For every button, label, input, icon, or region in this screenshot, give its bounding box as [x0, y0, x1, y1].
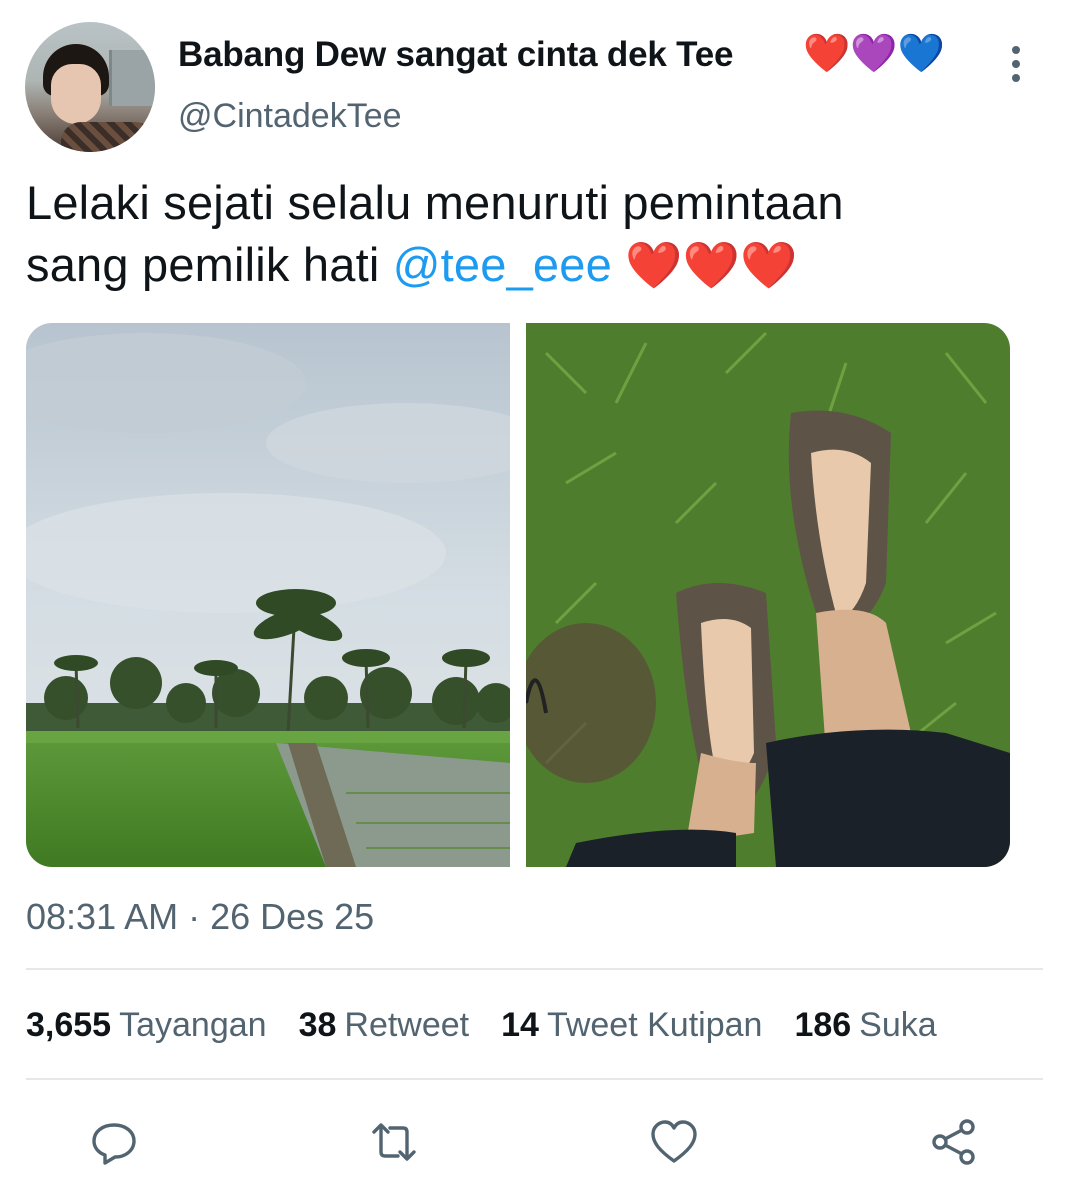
- stat-quotes[interactable]: 14 Tweet Kutipan: [501, 1006, 762, 1052]
- user-handle[interactable]: @CintadekTee: [178, 97, 402, 136]
- retweet-icon[interactable]: [368, 1116, 420, 1168]
- tweet-text-line-2-prefix: sang pemilik hati: [26, 238, 380, 291]
- photo-rice-field[interactable]: [26, 323, 510, 867]
- avatar-background: [109, 50, 155, 106]
- divider: [26, 968, 1043, 970]
- name-emoji: ❤️💜💙: [803, 33, 945, 75]
- tweet-stats: 3,655 Tayangan 38 Retweet 14 Tweet Kutipan …: [26, 1006, 969, 1052]
- stat-likes[interactable]: 186 Suka: [794, 1006, 936, 1052]
- tweet-text: Lelaki sejati selalu menuruti pemintaan …: [26, 172, 1036, 296]
- avatar-shirt: [61, 122, 155, 152]
- stat-quotes-label: Tweet Kutipan: [546, 1006, 763, 1044]
- stat-views-label: Tayangan: [119, 1006, 267, 1044]
- stat-likes-value: 186: [794, 1006, 852, 1044]
- tweet-timestamp[interactable]: 08:31 AM · 26 Des 25: [26, 896, 374, 938]
- stat-views-value: 3,655: [26, 1006, 112, 1044]
- display-name[interactable]: Babang Dew sangat cinta dek Tee: [178, 35, 733, 75]
- avatar-face: [51, 64, 101, 124]
- tweet-hearts: ❤️❤️❤️: [625, 239, 798, 291]
- stat-likes-label: Suka: [859, 1006, 937, 1044]
- media-grid: [26, 323, 1010, 867]
- tweet-text-line-2: sang pemilik hati @tee_eee ❤️❤️❤️: [26, 234, 1036, 296]
- tweet-header: Babang Dew sangat cinta dek Tee ❤️💜💙 @Ci…: [0, 0, 1069, 160]
- divider: [26, 1078, 1043, 1080]
- photo-muddy-feet[interactable]: [526, 323, 1010, 867]
- stat-views[interactable]: 3,655 Tayangan: [26, 1006, 267, 1052]
- stat-retweets-label: Retweet: [344, 1006, 470, 1044]
- mention-link[interactable]: @tee_eee: [393, 238, 612, 291]
- stat-quotes-value: 14: [501, 1006, 539, 1044]
- like-icon[interactable]: [648, 1116, 700, 1168]
- avatar[interactable]: [25, 22, 155, 152]
- stat-retweets[interactable]: 38 Retweet: [299, 1006, 470, 1052]
- more-options-icon[interactable]: [996, 44, 1036, 84]
- share-icon[interactable]: [928, 1116, 980, 1168]
- tweet-text-line-1: Lelaki sejati selalu menuruti pemintaan: [26, 176, 844, 229]
- stat-retweets-value: 38: [298, 1006, 337, 1044]
- action-bar: [0, 1110, 1069, 1170]
- reply-icon[interactable]: [88, 1116, 140, 1168]
